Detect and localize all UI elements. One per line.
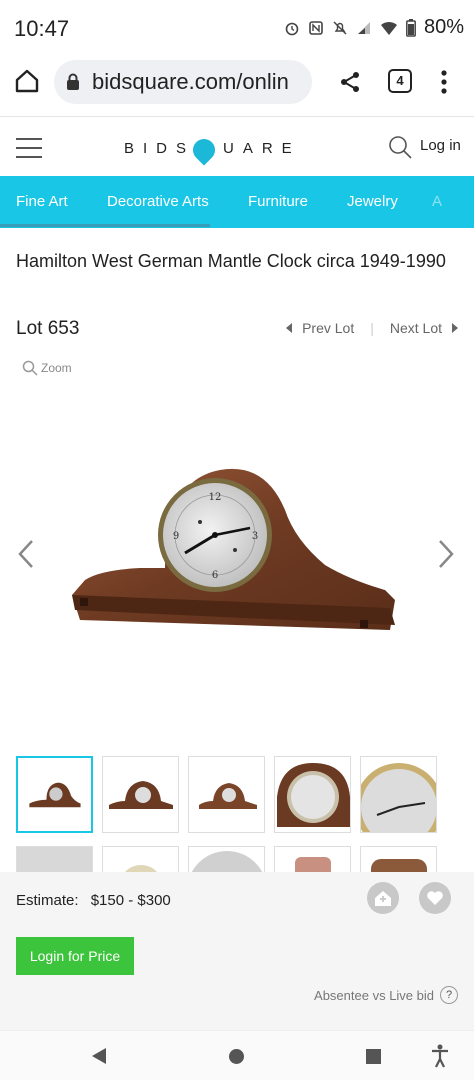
thumbnail-2[interactable] xyxy=(102,756,179,833)
thumbnail-4[interactable] xyxy=(274,756,351,833)
zoom-button[interactable]: Zoom xyxy=(22,360,72,376)
thumbnail-1[interactable] xyxy=(16,756,93,833)
login-for-price-button[interactable]: Login for Price xyxy=(16,937,134,975)
battery-percent: 80% xyxy=(423,16,464,38)
accessibility-icon[interactable] xyxy=(430,1044,450,1068)
status-time: 10:47 xyxy=(14,16,70,41)
follow-house-button[interactable] xyxy=(367,882,399,914)
magnifier-icon xyxy=(22,360,38,376)
next-lot-link[interactable]: Next Lot xyxy=(390,320,442,336)
chevron-left-icon[interactable] xyxy=(14,538,38,570)
nfc-icon xyxy=(309,20,323,35)
url-text: bidsquare.com/onlin xyxy=(92,69,289,94)
search-icon[interactable] xyxy=(388,135,412,159)
hamburger-menu-icon[interactable] xyxy=(16,138,42,158)
status-bar: 10:47 80% xyxy=(0,0,474,58)
prev-arrow-icon xyxy=(286,323,293,333)
logo-text-right: UARE xyxy=(223,139,301,157)
category-partial[interactable]: A xyxy=(432,193,442,210)
category-nav: Fine Art Decorative Arts Furniture Jewel… xyxy=(0,176,474,228)
thumbnail-5[interactable] xyxy=(360,756,437,833)
tab-switcher-button[interactable]: 4 xyxy=(388,69,412,93)
svg-text:12: 12 xyxy=(209,492,222,503)
house-plus-icon xyxy=(375,891,391,906)
heart-icon xyxy=(427,891,443,905)
mute-icon xyxy=(333,20,347,35)
svg-text:9: 9 xyxy=(173,531,179,542)
share-icon[interactable] xyxy=(338,70,362,94)
category-furniture[interactable]: Furniture xyxy=(248,193,308,210)
login-link[interactable]: Log in xyxy=(420,137,461,154)
favorite-button[interactable] xyxy=(419,882,451,914)
home-icon[interactable] xyxy=(14,68,40,94)
mantle-clock-image: 12 3 6 9 xyxy=(72,468,395,630)
lot-number: Lot 653 xyxy=(16,318,80,339)
category-jewelry[interactable]: Jewelry xyxy=(347,193,398,210)
svg-text:3: 3 xyxy=(252,531,258,542)
signal-icon xyxy=(357,21,370,34)
lot-image-viewer[interactable]: 12 3 6 9 xyxy=(0,400,474,730)
site-header: BIDS UARE Log in xyxy=(0,116,474,176)
bid-panel: Estimate: $150 - $300 Login for Price Ab… xyxy=(0,872,474,1030)
estimate-label: Estimate: xyxy=(16,892,79,909)
system-nav-bar xyxy=(0,1030,474,1080)
thumbnail-3[interactable] xyxy=(188,756,265,833)
next-arrow-icon xyxy=(452,323,458,333)
wifi-icon xyxy=(380,21,397,35)
logo-text-left: BIDS xyxy=(124,139,196,157)
zoom-label: Zoom xyxy=(41,361,72,375)
lot-navigation: Prev Lot | Next Lot xyxy=(286,320,458,336)
browser-toolbar: bidsquare.com/onlin 4 xyxy=(0,58,474,110)
lock-icon xyxy=(67,73,79,90)
category-decorative-arts[interactable]: Decorative Arts xyxy=(107,193,209,210)
home-circle-icon[interactable] xyxy=(229,1049,244,1064)
address-bar[interactable]: bidsquare.com/onlin xyxy=(54,60,312,104)
bidsquare-logo[interactable]: BIDS UARE xyxy=(124,133,301,166)
category-fine-art[interactable]: Fine Art xyxy=(16,193,68,210)
absentee-label: Absentee vs Live bid xyxy=(314,987,434,1003)
battery-icon xyxy=(406,18,416,37)
help-icon[interactable]: ? xyxy=(440,986,458,1004)
prev-lot-link[interactable]: Prev Lot xyxy=(302,320,354,336)
lot-title: Hamilton West German Mantle Clock circa … xyxy=(16,251,446,271)
recents-icon[interactable] xyxy=(366,1049,381,1064)
lot-nav-divider: | xyxy=(370,320,374,336)
absentee-vs-live-link[interactable]: Absentee vs Live bid ? xyxy=(314,986,458,1004)
estimate: Estimate: $150 - $300 xyxy=(16,892,171,909)
chevron-right-icon[interactable] xyxy=(434,538,458,570)
status-icons: 80% xyxy=(284,16,464,39)
category-active-indicator xyxy=(0,224,210,227)
back-icon[interactable] xyxy=(92,1048,106,1064)
svg-text:6: 6 xyxy=(212,570,218,581)
more-vert-icon[interactable] xyxy=(438,68,450,96)
alarm-icon xyxy=(285,22,299,35)
estimate-value: $150 - $300 xyxy=(90,892,171,909)
